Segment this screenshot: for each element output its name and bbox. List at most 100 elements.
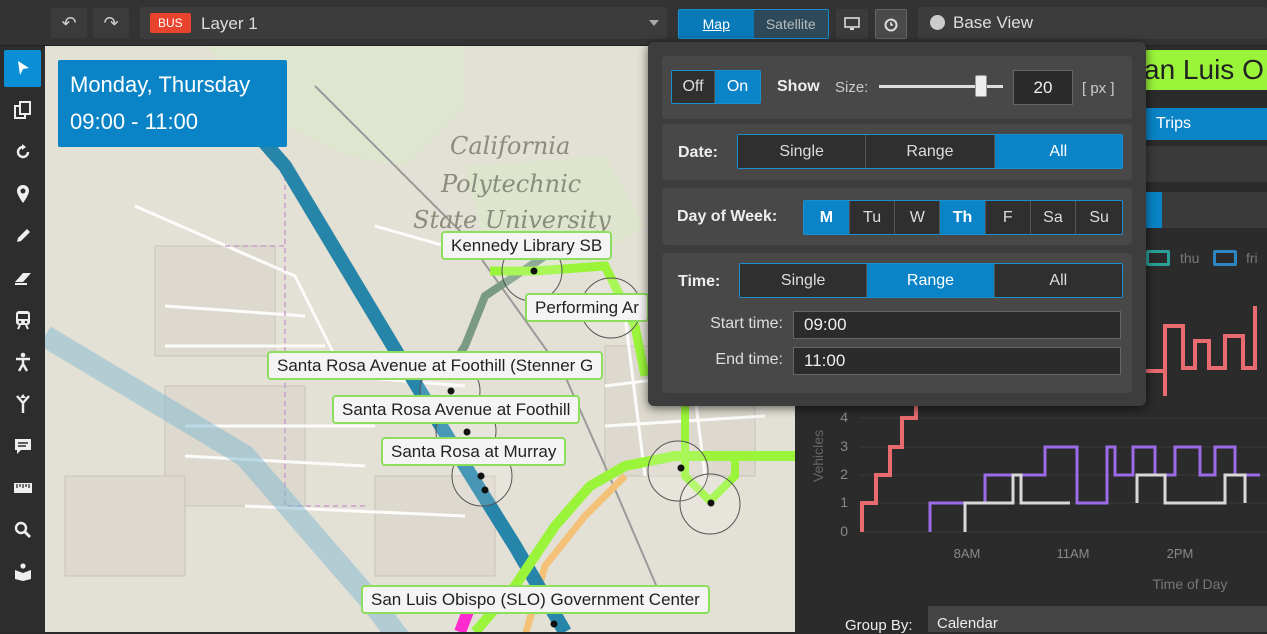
poi-label-line2: Polytechnic xyxy=(441,170,582,198)
train-icon xyxy=(15,311,30,330)
person-icon xyxy=(15,352,30,372)
x-tick: 2PM xyxy=(1167,546,1194,561)
day-of-week-label: Day of Week: xyxy=(677,208,778,225)
date-badge-days: Monday, Thursday xyxy=(70,72,251,97)
start-time-label: Start time: xyxy=(710,315,783,332)
x-tick: 8AM xyxy=(954,546,981,561)
monitor-button[interactable] xyxy=(836,9,868,39)
bus-badge: BUS xyxy=(150,13,191,33)
rotate-icon xyxy=(16,144,29,159)
redo-button[interactable]: ↷ xyxy=(93,8,129,38)
time-all-button[interactable]: All xyxy=(994,264,1122,297)
y-axis-label: Vehicles xyxy=(810,430,826,482)
x-tick: 11AM xyxy=(1057,546,1090,561)
show-toggle: Off On xyxy=(671,70,761,104)
marker-tool[interactable] xyxy=(4,176,41,213)
layer-select[interactable]: BUS Layer 1 xyxy=(140,7,667,39)
dow-wednesday-button[interactable]: W xyxy=(895,201,941,234)
x-axis-label: Time of Day xyxy=(1153,576,1228,592)
select-tool[interactable] xyxy=(4,50,41,87)
day-of-week-toggle: M Tu W Th F Sa Su xyxy=(803,200,1123,235)
panel-title: an Luis O xyxy=(1142,50,1267,90)
rotate-tool[interactable] xyxy=(4,134,41,171)
story-tool[interactable] xyxy=(4,554,41,591)
date-time-badge: Monday, Thursday 09:00 - 11:00 xyxy=(58,60,287,147)
base-view-button[interactable]: Base View xyxy=(918,7,1267,39)
map-type-toggle: Map Satellite xyxy=(678,9,829,39)
stop-label[interactable]: Santa Rosa at Murray xyxy=(381,437,567,466)
map-button[interactable]: Map xyxy=(679,10,754,38)
satellite-button[interactable]: Satellite xyxy=(753,10,828,38)
dow-tuesday-button[interactable]: Tu xyxy=(849,201,896,234)
date-label: Date: xyxy=(678,144,719,161)
date-badge-time: 09:00 - 11:00 xyxy=(70,109,199,134)
stop-label[interactable]: Santa Rosa Avenue at Foothill (Stenner G xyxy=(267,351,604,380)
time-filter-button[interactable] xyxy=(875,9,907,39)
start-time-input[interactable]: 09:00 xyxy=(793,311,1121,339)
time-range-button[interactable]: Range xyxy=(867,264,995,297)
chevron-down-icon xyxy=(649,20,659,26)
draw-tool[interactable] xyxy=(4,218,41,255)
date-single-button[interactable]: Single xyxy=(738,135,867,168)
eraser-tool[interactable] xyxy=(4,260,41,297)
ruler-icon xyxy=(13,483,32,493)
show-label: Show xyxy=(777,78,820,95)
group-by-select[interactable]: Calendar xyxy=(928,606,1267,632)
group-by-label: Group By: xyxy=(845,617,913,634)
pointer-icon xyxy=(17,61,29,75)
time-single-button[interactable]: Single xyxy=(740,264,868,297)
layer-name: Layer 1 xyxy=(201,14,258,33)
time-row: Time: Single Range All Start time: 09:00… xyxy=(662,253,1132,393)
dow-saturday-button[interactable]: Sa xyxy=(1030,201,1077,234)
off-button[interactable]: Off xyxy=(672,71,716,103)
date-range-button[interactable]: Range xyxy=(866,135,995,168)
base-view-label: Base View xyxy=(953,13,1034,32)
dow-sunday-button[interactable]: Su xyxy=(1076,201,1122,234)
stop-label[interactable]: San Luis Obispo (SLO) Government Center xyxy=(361,585,710,614)
size-slider-handle[interactable] xyxy=(974,75,987,97)
poi-label-line3: State University xyxy=(413,206,611,234)
time-mode-toggle: Single Range All xyxy=(739,263,1123,298)
group-by-value: Calendar xyxy=(937,615,998,632)
day-of-week-row: Day of Week: M Tu W Th F Sa Su xyxy=(662,188,1132,245)
dow-thursday-button[interactable]: Th xyxy=(940,201,986,234)
stop-label[interactable]: Kennedy Library SB xyxy=(441,231,613,260)
end-time-label: End time: xyxy=(715,351,783,368)
end-time-input[interactable]: 11:00 xyxy=(793,347,1121,375)
pedestrian-tool[interactable] xyxy=(4,344,41,381)
stop-label[interactable]: Performing Ar xyxy=(525,293,649,322)
globe-icon xyxy=(930,15,945,30)
panel-row xyxy=(1142,146,1267,182)
layers-tool[interactable] xyxy=(4,92,41,129)
search-icon xyxy=(14,521,31,538)
search-tool[interactable] xyxy=(4,512,41,549)
copy-icon xyxy=(13,101,31,119)
comment-tool[interactable] xyxy=(4,428,41,465)
measure-tool[interactable] xyxy=(4,470,41,507)
merge-tool[interactable] xyxy=(4,386,41,423)
redo-icon: ↷ xyxy=(103,13,119,33)
y-tick: 2 xyxy=(840,466,848,482)
size-label: Size: xyxy=(835,79,869,96)
panel-bar xyxy=(1162,192,1267,228)
show-row: Off On Show Size: 20 [ px ] xyxy=(662,56,1132,119)
date-all-button[interactable]: All xyxy=(994,135,1122,168)
on-button[interactable]: On xyxy=(715,71,760,103)
undo-icon: ↶ xyxy=(61,13,77,33)
y-tick: 0 xyxy=(840,523,848,539)
dow-friday-button[interactable]: F xyxy=(985,201,1031,234)
undo-button[interactable]: ↶ xyxy=(51,8,87,38)
monitor-icon xyxy=(844,17,860,30)
eraser-icon xyxy=(14,273,31,285)
transit-tool[interactable] xyxy=(4,302,41,339)
merge-icon xyxy=(15,394,30,413)
stop-label[interactable]: Santa Rosa Avenue at Foothill xyxy=(332,395,581,424)
poi-label-line1: California xyxy=(450,132,571,160)
dow-monday-button[interactable]: M xyxy=(804,201,850,234)
tab-trips[interactable]: Trips xyxy=(1142,108,1267,140)
time-label: Time: xyxy=(678,273,721,290)
y-tick: 3 xyxy=(840,438,848,454)
size-input[interactable]: 20 xyxy=(1013,70,1073,105)
map-pin-icon xyxy=(16,185,29,203)
time-filter-popup: Off On Show Size: 20 [ px ] Date: Single… xyxy=(648,42,1146,406)
